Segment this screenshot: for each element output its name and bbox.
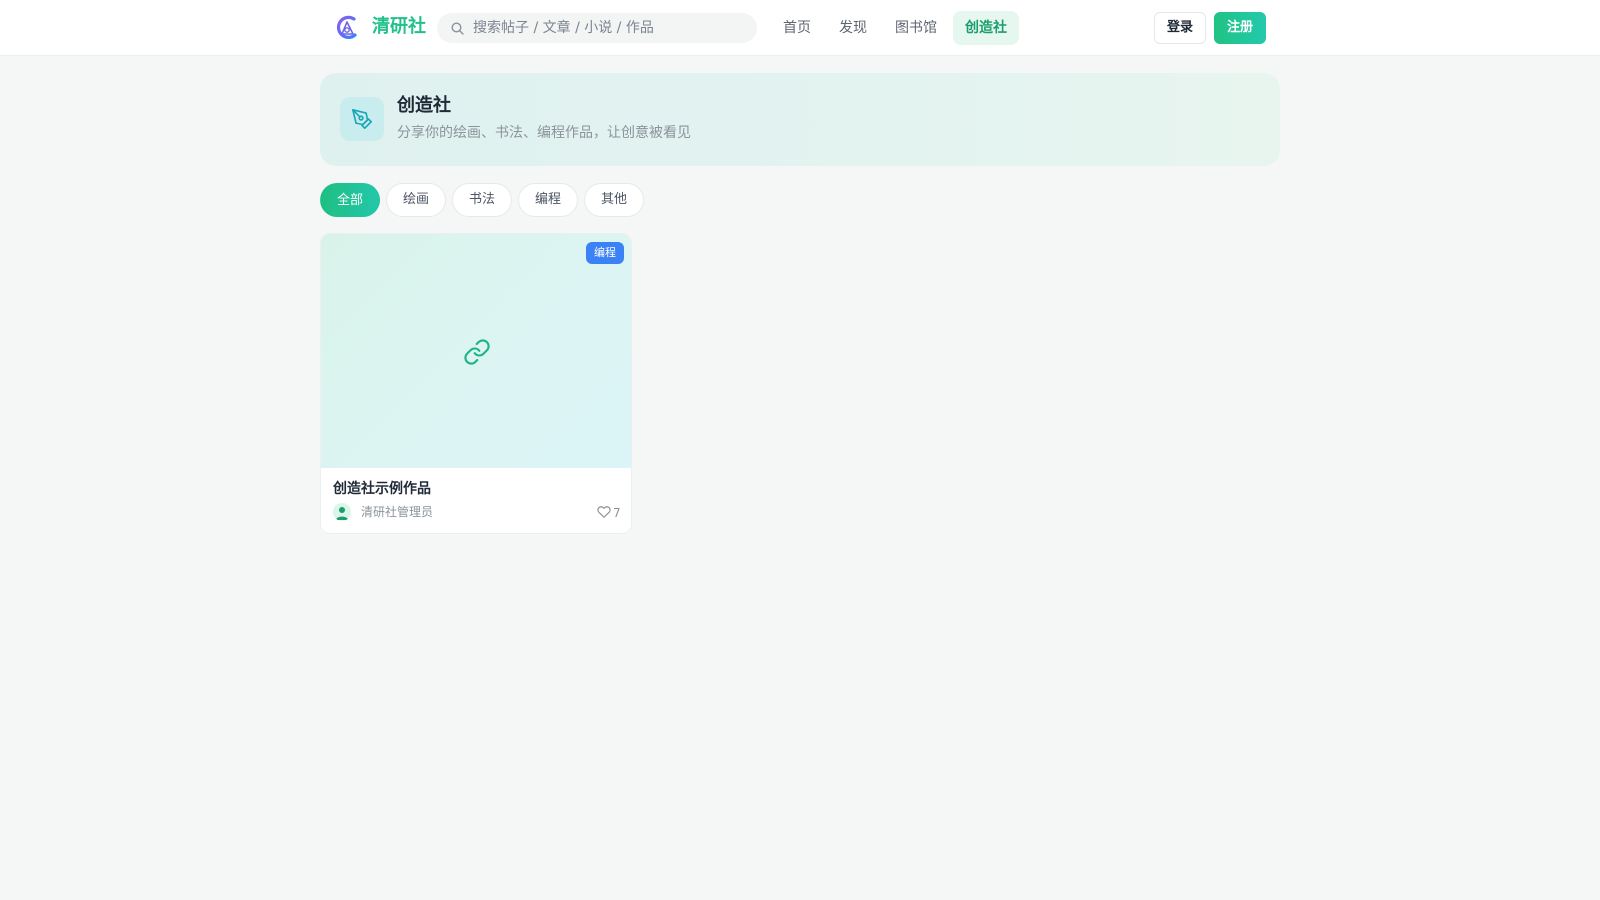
filter-all[interactable]: 全部 xyxy=(320,183,380,217)
page-subtitle: 分享你的绘画、书法、编程作品，让创意被看见 xyxy=(397,125,691,141)
pen-tool-icon xyxy=(340,97,384,141)
work-cover[interactable]: 编程 xyxy=(321,234,631,468)
nav-discover[interactable]: 发现 xyxy=(830,11,876,45)
top-navbar: 清研社 首页 发现 图书馆 创造社 登录 注册 xyxy=(0,0,1600,56)
page-title: 创造社 xyxy=(397,95,451,116)
brand-name[interactable]: 清研社 xyxy=(372,15,426,39)
heart-icon[interactable] xyxy=(597,505,611,519)
filter-painting[interactable]: 绘画 xyxy=(386,183,446,217)
register-button[interactable]: 注册 xyxy=(1214,12,1266,44)
work-card[interactable]: 编程 创造社示例作品 清研社管理员 7 xyxy=(320,233,632,534)
brand-logo-icon[interactable] xyxy=(334,14,360,40)
filter-programming[interactable]: 编程 xyxy=(518,183,578,217)
filter-other[interactable]: 其他 xyxy=(584,183,644,217)
work-title[interactable]: 创造社示例作品 xyxy=(333,479,431,499)
nav-library[interactable]: 图书馆 xyxy=(886,11,946,45)
section-banner: 创造社 分享你的绘画、书法、编程作品，让创意被看见 xyxy=(320,73,1280,166)
login-button[interactable]: 登录 xyxy=(1154,12,1206,44)
nav-creation-club[interactable]: 创造社 xyxy=(953,11,1019,45)
search-box[interactable] xyxy=(437,13,757,43)
author-name[interactable]: 清研社管理员 xyxy=(361,503,433,521)
avatar[interactable] xyxy=(333,503,351,521)
link-icon xyxy=(464,339,490,365)
filter-calligraphy[interactable]: 书法 xyxy=(452,183,512,217)
search-input[interactable] xyxy=(473,13,743,43)
like-count: 7 xyxy=(613,506,621,520)
category-badge: 编程 xyxy=(586,242,624,264)
nav-home[interactable]: 首页 xyxy=(774,11,820,45)
search-icon xyxy=(451,22,464,35)
